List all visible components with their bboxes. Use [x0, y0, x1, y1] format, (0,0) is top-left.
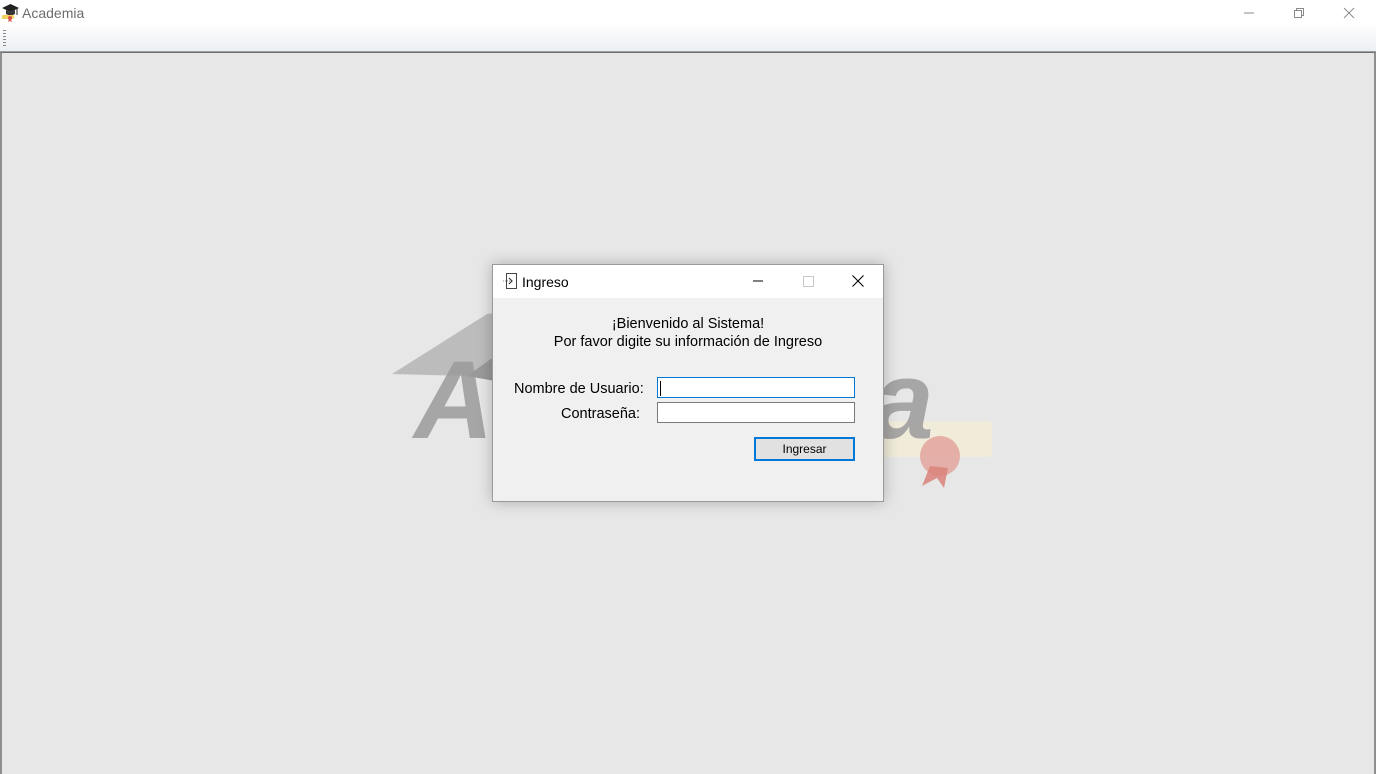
- password-input[interactable]: [657, 402, 855, 423]
- dialog-minimize-button[interactable]: [735, 265, 781, 298]
- dialog-close-button[interactable]: [835, 265, 881, 298]
- graduation-cap-icon: [1, 3, 20, 22]
- username-input[interactable]: [657, 377, 855, 398]
- text-caret: [660, 381, 661, 396]
- login-dialog-titlebar[interactable]: Ingreso: [493, 265, 883, 298]
- username-label: Nombre de Usuario:: [514, 381, 644, 397]
- restore-button[interactable]: [1276, 0, 1322, 26]
- login-dialog: Ingreso ¡Bienvenido al Sistema! Por favo…: [492, 264, 884, 502]
- minimize-button[interactable]: [1226, 0, 1272, 26]
- password-label: Contraseña:: [561, 406, 640, 422]
- login-door-icon: [503, 273, 517, 289]
- window-title: Academia: [22, 5, 85, 21]
- welcome-line-2: Por favor digite su información de Ingre…: [553, 334, 823, 350]
- minimize-icon: [753, 280, 763, 282]
- toolstrip-grip[interactable]: [3, 30, 6, 46]
- main-titlebar[interactable]: Academia: [0, 0, 1376, 26]
- minimize-icon: [1244, 12, 1254, 14]
- toolstrip: [0, 26, 1376, 52]
- ingresar-button[interactable]: Ingresar: [754, 437, 855, 461]
- welcome-message: ¡Bienvenido al Sistema! Por favor digite…: [493, 315, 883, 351]
- close-button[interactable]: [1326, 0, 1372, 26]
- maximize-icon: [803, 276, 814, 287]
- dialog-maximize-button[interactable]: [785, 265, 831, 298]
- welcome-line-1: ¡Bienvenido al Sistema!: [611, 316, 765, 332]
- close-icon: [1343, 7, 1355, 19]
- login-dialog-title: Ingreso: [522, 274, 569, 290]
- close-icon: [852, 275, 864, 287]
- restore-icon: [1294, 8, 1304, 18]
